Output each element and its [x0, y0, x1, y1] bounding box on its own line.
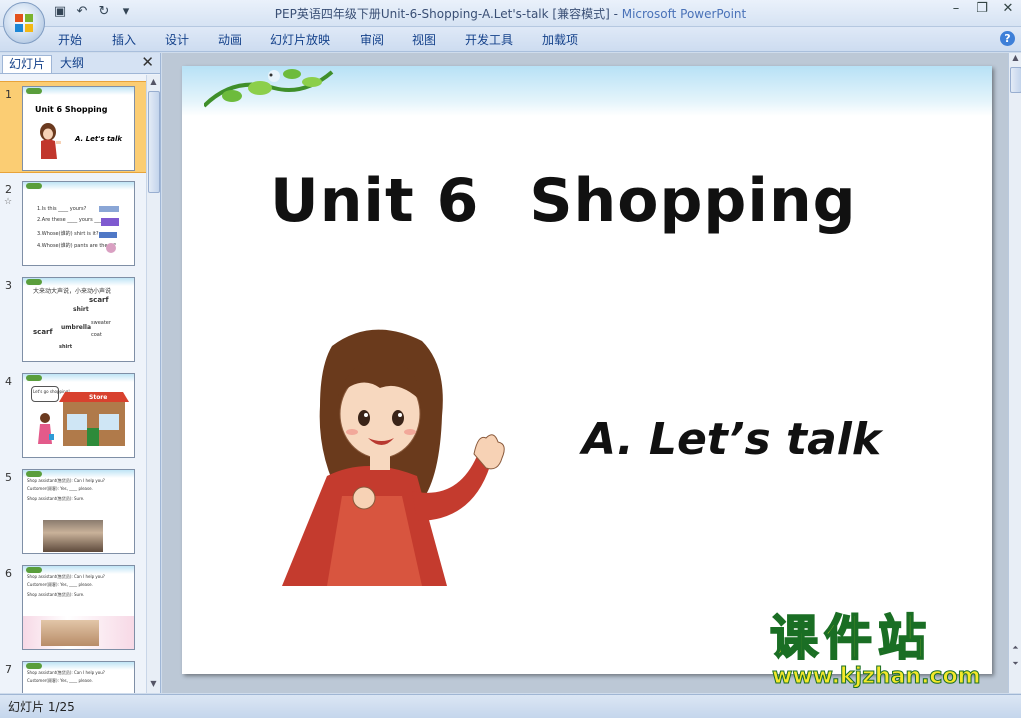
thumbnail-scrollbar[interactable]: ▲ ▼	[146, 75, 160, 693]
thumbnail-line: umbrella	[61, 324, 92, 331]
current-slide[interactable]: Unit 6 Shopping A. Let’s talk	[182, 66, 992, 674]
thumbnail-subtitle: A. Let's talk	[75, 135, 123, 143]
panel-tabs: 幻灯片 大纲 ✕	[0, 53, 160, 74]
thumbnail-image: Let's go shopping! Store	[22, 373, 135, 458]
girl-illustration	[282, 329, 505, 586]
status-bar: 幻灯片 1/25	[0, 694, 1021, 718]
thumbnail-title: Unit 6 Shopping	[35, 105, 108, 114]
girl-thumbnail-icon	[40, 123, 61, 159]
office-button[interactable]	[3, 2, 45, 44]
document-title: PEP英语四年级下册Unit-6-Shopping-A.Let's-talk […	[274, 7, 622, 21]
tab-design[interactable]: 设计	[165, 31, 189, 48]
thumbnail-line: Store	[89, 394, 108, 401]
window-title: PEP英语四年级下册Unit-6-Shopping-A.Let's-talk […	[0, 5, 1021, 22]
thumbnail-slide-5[interactable]: 5 Shop assistant(售货员): Can I help you? C…	[0, 465, 146, 555]
thumbnail-line: 2.Are these ____ yours ____	[37, 217, 105, 223]
thumbnail-slide-4[interactable]: 4 Let's go shopping! Store	[0, 369, 146, 459]
scroll-up-icon[interactable]: ▲	[147, 77, 160, 89]
thumbnail-line: scarf	[33, 328, 53, 336]
thumbnail-image: 大来动大声说，小来动小声说 scarf shirt umbrella sweat…	[22, 277, 135, 362]
slides-panel: 幻灯片 大纲 ✕ 1 Unit 6 Shopping A. Let's talk…	[0, 53, 161, 693]
slide-subtitle: A. Let’s talk	[582, 414, 882, 465]
watermark-url: www.kjzhan.com	[772, 664, 982, 690]
minimize-icon[interactable]: –	[943, 0, 969, 20]
tab-insert[interactable]: 插入	[112, 31, 136, 48]
thumbnail-slide-3[interactable]: 3 大来动大声说，小来动小声说 scarf shirt umbrella swe…	[0, 273, 146, 363]
restore-icon[interactable]: ❐	[969, 0, 995, 20]
animation-icon[interactable]: ☆	[4, 197, 12, 207]
thumbnail-line: Shop assistant(售货员): Can I help you?	[27, 574, 105, 579]
thumbnail-line: Shop assistant(售货员): Sure.	[27, 496, 85, 501]
tab-animations[interactable]: 动画	[218, 31, 242, 48]
title-topic: Shopping	[529, 166, 857, 236]
watermark-cn: 课件站	[769, 610, 933, 666]
shop-photo	[41, 620, 99, 646]
clothes-thumbnail-icon	[99, 206, 119, 253]
thumbnail-image: Shop assistant(售货员): Can I help you? Cus…	[22, 661, 135, 693]
title-bar: ▣ ↶ ↻ ▾ PEP英语四年级下册Unit-6-Shopping-A.Let'…	[0, 0, 1021, 27]
tab-outline[interactable]: 大纲	[54, 55, 90, 72]
thumbnail-image: 1.Is this ____ yours? 2.Are these ____ y…	[22, 181, 135, 266]
slide-title: Unit 6 Shopping	[270, 166, 857, 236]
thumbnail-line: scarf	[89, 296, 109, 304]
tab-slides[interactable]: 幻灯片	[2, 55, 53, 73]
thumbnail-number: 6	[5, 567, 12, 580]
title-unit: Unit 6	[270, 166, 480, 236]
thumbnail-line: 3.Whose(谁的) shirt is it?	[37, 231, 99, 237]
tab-addins[interactable]: 加载项	[542, 31, 578, 48]
thumbnail-line: 大来动大声说，小来动小声说	[33, 288, 112, 295]
slide-editor: Unit 6 Shopping A. Let’s talk	[162, 53, 1008, 693]
tab-review[interactable]: 审阅	[360, 31, 384, 48]
thumbnail-line: Shop assistant(售货员): Can I help you?	[27, 478, 105, 483]
window-controls: – ❐ ✕	[943, 0, 1021, 20]
thumbnail-number: 2	[5, 183, 12, 196]
thumbnail-slide-2[interactable]: 2 ☆ 1.Is this ____ yours? 2.Are these __…	[0, 177, 146, 267]
thumbnail-image: Shop assistant(售货员): Can I help you? Cus…	[22, 565, 135, 650]
shop-photo	[43, 520, 103, 552]
slide-counter: 幻灯片 1/25	[8, 700, 75, 714]
thumbnail-line: Customer(顾客): Yes, ____ please.	[27, 486, 93, 491]
thumbnail-line: 1.Is this ____ yours?	[37, 206, 87, 212]
office-logo-icon	[15, 14, 33, 32]
app-name: Microsoft PowerPoint	[621, 7, 747, 21]
editor-scrollbar[interactable]: ▲ ⏶ ⏷	[1008, 53, 1021, 693]
thumbnail-line: sweater	[91, 320, 111, 326]
thumbnail-line: Shop assistant(售货员): Sure.	[27, 592, 85, 597]
prev-slide-icon[interactable]: ⏶	[1009, 643, 1021, 653]
thumbnail-line: Shop assistant(售货员): Can I help you?	[27, 670, 105, 675]
thumbnail-line: coat	[91, 332, 102, 338]
thumbnail-number: 1	[5, 88, 12, 101]
scrollbar-thumb[interactable]	[148, 91, 160, 193]
thumbnail-line: Customer(顾客): Yes, ____ please.	[27, 678, 93, 683]
ribbon-tabs: 开始 插入 设计 动画 幻灯片放映 审阅 视图 开发工具 加载项 ?	[0, 27, 1021, 52]
thumbnail-image: Shop assistant(售货员): Can I help you? Cus…	[22, 469, 135, 554]
next-slide-icon[interactable]: ⏷	[1009, 659, 1021, 669]
scrollbar-thumb[interactable]	[1010, 67, 1021, 93]
panel-close-icon[interactable]: ✕	[141, 53, 154, 71]
scroll-up-icon[interactable]: ▲	[1009, 53, 1021, 62]
tab-home[interactable]: 开始	[58, 31, 82, 48]
scroll-down-icon[interactable]: ▼	[147, 679, 160, 691]
thumbnail-image: Unit 6 Shopping A. Let's talk	[22, 86, 135, 171]
thumbnail-line: shirt	[59, 344, 73, 350]
close-icon[interactable]: ✕	[995, 0, 1021, 20]
thumbnail-number: 3	[5, 279, 12, 292]
thumbnail-slide-7[interactable]: 7 Shop assistant(售货员): Can I help you? C…	[0, 657, 146, 693]
thumbnail-line: shirt	[73, 306, 89, 313]
tab-developer[interactable]: 开发工具	[465, 31, 513, 48]
thumbnail-number: 7	[5, 663, 12, 676]
thumbnail-number: 4	[5, 375, 12, 388]
thumbnail-list: 1 Unit 6 Shopping A. Let's talk 2 ☆ 1.Is…	[0, 75, 146, 693]
help-icon[interactable]: ?	[1000, 31, 1015, 46]
tab-slideshow[interactable]: 幻灯片放映	[270, 31, 330, 48]
thumbnail-slide-6[interactable]: 6 Shop assistant(售货员): Can I help you? C…	[0, 561, 146, 651]
tab-view[interactable]: 视图	[412, 31, 436, 48]
watermark: 课件站 www.kjzhan.com	[769, 610, 982, 690]
thumbnail-number: 5	[5, 471, 12, 484]
vine-decoration-icon	[204, 69, 334, 108]
thumbnail-line: Customer(顾客): Yes, ____ please.	[27, 582, 93, 587]
shopper-thumbnail-icon	[38, 413, 54, 444]
thumbnail-slide-1[interactable]: 1 Unit 6 Shopping A. Let's talk	[0, 81, 146, 173]
